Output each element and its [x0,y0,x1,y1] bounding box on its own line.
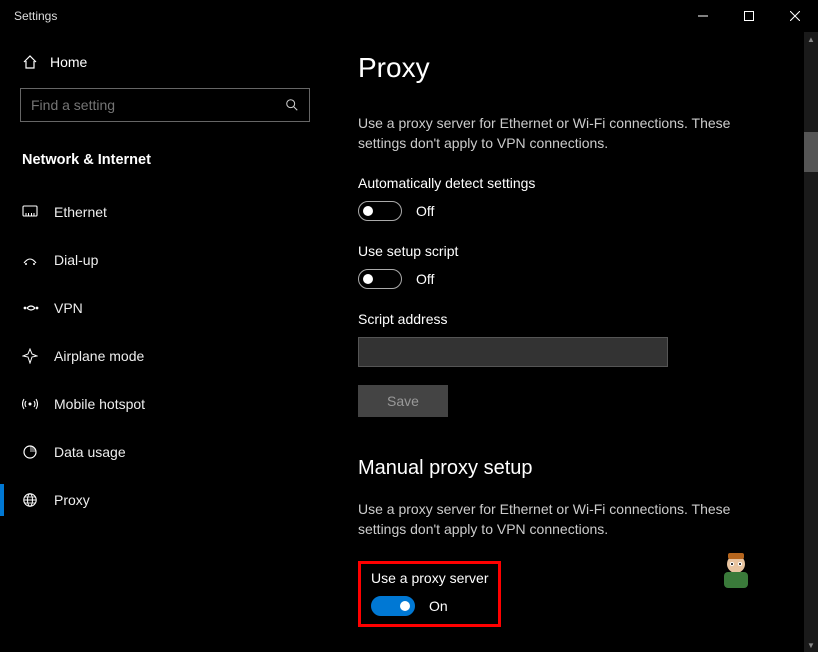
setup-script-label: Use setup script [358,243,790,259]
sidebar-item-label: Data usage [54,444,126,460]
sidebar-item-label: Mobile hotspot [54,396,145,412]
manual-proxy-description: Use a proxy server for Ethernet or Wi-Fi… [358,500,778,539]
auto-detect-label: Automatically detect settings [358,175,790,191]
minimize-button[interactable] [680,0,726,32]
hotspot-icon [22,396,54,412]
window-controls [680,0,818,32]
script-address-label: Script address [358,311,790,327]
home-nav[interactable]: Home [0,46,330,78]
save-button[interactable]: Save [358,385,448,417]
sidebar-heading: Network & Internet [0,142,330,188]
close-button[interactable] [772,0,818,32]
scrollbar-thumb[interactable] [804,132,818,172]
ethernet-icon [22,205,54,219]
airplane-icon [22,348,54,364]
sidebar-item-label: Proxy [54,492,90,508]
script-address-input[interactable] [358,337,668,367]
sidebar-item-vpn[interactable]: VPN [0,284,330,332]
maximize-button[interactable] [726,0,772,32]
auto-detect-toggle[interactable] [358,201,402,221]
manual-proxy-heading: Manual proxy setup [358,457,790,480]
sidebar-item-ethernet[interactable]: Ethernet [0,188,330,236]
sidebar-item-label: Dial-up [54,252,98,268]
content-pane: ▲ ▼ Proxy Use a proxy server for Etherne… [330,32,818,652]
sidebar-item-proxy[interactable]: Proxy [0,476,330,524]
auto-proxy-description: Use a proxy server for Ethernet or Wi-Fi… [358,114,778,153]
use-proxy-label: Use a proxy server [371,570,488,586]
sidebar-item-airplane[interactable]: Airplane mode [0,332,330,380]
use-proxy-state: On [429,598,448,614]
scroll-up-arrow[interactable]: ▲ [804,32,818,46]
sidebar-item-label: VPN [54,300,83,316]
home-label: Home [50,54,87,70]
sidebar-item-dialup[interactable]: Dial-up [0,236,330,284]
globe-icon [22,492,54,508]
setup-script-state: Off [416,271,434,287]
scrollbar-track[interactable]: ▲ ▼ [804,32,818,652]
sidebar-item-hotspot[interactable]: Mobile hotspot [0,380,330,428]
vpn-icon [22,301,54,315]
search-input[interactable] [31,97,285,113]
dialup-icon [22,253,54,267]
use-proxy-toggle[interactable] [371,596,415,616]
search-icon [285,98,299,112]
sidebar-item-label: Ethernet [54,204,107,220]
highlight-annotation: Use a proxy server On [358,561,501,627]
avatar [714,548,758,592]
sidebar-item-label: Airplane mode [54,348,144,364]
home-icon [22,54,50,70]
window-title: Settings [14,9,57,23]
page-title: Proxy [358,52,790,84]
sidebar: Home Network & Internet Ethernet Dial-up [0,32,330,652]
data-usage-icon [22,444,54,460]
auto-detect-state: Off [416,203,434,219]
search-box[interactable] [20,88,310,122]
sidebar-item-datausage[interactable]: Data usage [0,428,330,476]
setup-script-toggle[interactable] [358,269,402,289]
scroll-down-arrow[interactable]: ▼ [804,638,818,652]
save-button-label: Save [387,393,419,409]
